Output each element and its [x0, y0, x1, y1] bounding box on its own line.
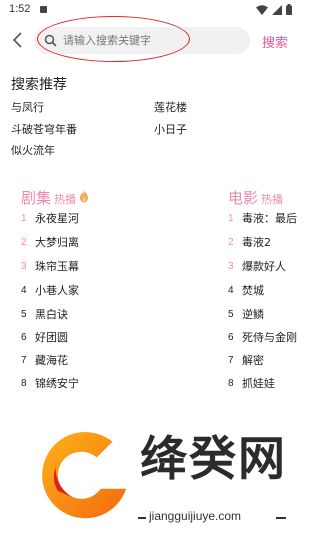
rank-title: 黑白诀: [35, 308, 68, 321]
status-icons: [256, 4, 292, 15]
series-rank-row[interactable]: 2 大梦归离: [21, 234, 79, 250]
series-rank-row[interactable]: 7 藏海花: [21, 352, 68, 368]
rank-title: 锦绣安宁: [35, 377, 79, 390]
fire-icon: [80, 190, 89, 203]
rank-number: 2: [21, 236, 27, 248]
series-rank-row[interactable]: 1 永夜星河: [21, 210, 79, 226]
recommend-item[interactable]: 莲花楼: [154, 99, 187, 115]
rank-title: 抓娃娃: [242, 377, 275, 390]
rank-number: 1: [21, 212, 27, 224]
series-sub: 热播: [54, 193, 77, 206]
notification-icon: [40, 6, 47, 13]
rank-number: 5: [228, 308, 234, 320]
series-rank-row[interactable]: 3 珠帘玉幕: [21, 258, 79, 274]
rank-title: 好团圆: [35, 331, 68, 344]
chevron-left-icon: [12, 32, 22, 48]
rank-number: 6: [228, 331, 234, 343]
recommend-item[interactable]: 与凤行: [11, 99, 44, 115]
battery-icon: [286, 4, 292, 15]
movie-heading: 电影: [228, 189, 259, 207]
rank-title: 大梦归离: [35, 236, 79, 249]
search-icon: [44, 34, 57, 47]
movie-rank-row[interactable]: 6 死侍与金刚: [228, 329, 297, 345]
signal-icon: [272, 4, 282, 15]
status-time: 1:52: [9, 3, 31, 15]
movie-rank-row[interactable]: 4 焚城: [228, 282, 264, 298]
recommend-item[interactable]: 似火流年: [11, 142, 55, 158]
series-heading: 剧集: [21, 189, 52, 207]
rank-title: 逆鳞: [242, 308, 264, 321]
wifi-icon: [256, 4, 268, 15]
movie-rank-row[interactable]: 5 逆鳞: [228, 306, 264, 322]
movie-rank-row[interactable]: 3 爆款好人: [228, 258, 286, 274]
watermark-title: 绛癸网: [140, 432, 287, 487]
rank-number: 3: [228, 260, 234, 272]
series-rank-row[interactable]: 5 黑白诀: [21, 306, 68, 322]
rank-title: 永夜星河: [35, 212, 79, 225]
rank-number: 7: [21, 354, 27, 366]
rank-number: 7: [228, 354, 234, 366]
back-button[interactable]: [9, 30, 27, 50]
rank-title: 死侍与金刚: [242, 331, 297, 344]
rank-title: 毒液2: [242, 236, 271, 249]
rank-number: 8: [228, 377, 234, 389]
series-rank-row[interactable]: 8 锦绣安宁: [21, 375, 79, 391]
watermark-logo-icon: [42, 432, 127, 519]
search-button[interactable]: 搜索: [262, 32, 288, 51]
rank-number: 6: [21, 331, 27, 343]
rank-number: 4: [21, 284, 27, 296]
recommend-item[interactable]: 斗破苍穹年番: [11, 121, 77, 137]
movie-sub: 热播: [261, 193, 284, 206]
rank-number: 8: [21, 377, 27, 389]
rank-title: 爆款好人: [242, 260, 286, 273]
rank-number: 1: [228, 212, 234, 224]
recommend-item[interactable]: 小日子: [154, 121, 187, 137]
movie-rank-row[interactable]: 1 毒液：最后: [228, 210, 297, 226]
series-rank-row[interactable]: 4 小巷人家: [21, 282, 79, 298]
rank-number: 3: [21, 260, 27, 272]
status-bar: 1:52: [0, 0, 300, 20]
rank-title: 珠帘玉幕: [35, 260, 79, 273]
movie-rank-row[interactable]: 2 毒液2: [228, 234, 271, 250]
rank-title: 藏海花: [35, 354, 68, 367]
movie-ranking: 电影 热播 1 毒液：最后 2 毒液2 3 爆款好人 4 焚城 5 逆鳞 6 死侍与金刚 7…: [223, 185, 300, 405]
rank-title: 小巷人家: [35, 284, 79, 297]
recommend-title: 搜索推荐: [11, 77, 67, 93]
watermark-url: jiangguijiuye.com: [149, 509, 242, 523]
movie-ranking-header[interactable]: 电影 热播: [228, 187, 283, 208]
rank-title: 解密: [242, 354, 264, 367]
rank-title: 焚城: [242, 284, 264, 297]
search-box[interactable]: [34, 27, 250, 54]
rank-title: 毒液：最后: [242, 212, 297, 225]
watermark-divider: [276, 517, 286, 519]
movie-rank-row[interactable]: 8 抓娃娃: [228, 375, 275, 391]
rank-number: 4: [228, 284, 234, 296]
rank-number: 2: [228, 236, 234, 248]
series-rank-row[interactable]: 6 好团圆: [21, 329, 68, 345]
search-input[interactable]: [63, 32, 243, 49]
series-ranking-header[interactable]: 剧集 热播: [21, 187, 90, 208]
rank-number: 5: [21, 308, 27, 320]
watermark-divider: [138, 517, 146, 519]
movie-rank-row[interactable]: 7 解密: [228, 352, 264, 368]
